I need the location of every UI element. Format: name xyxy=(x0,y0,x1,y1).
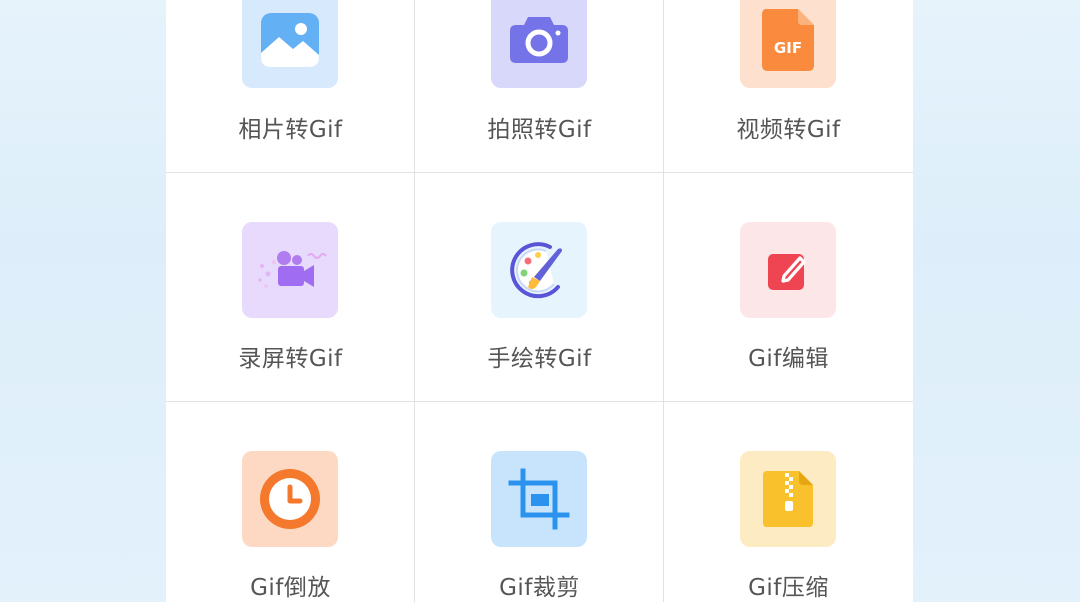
tool-label: 录屏转Gif xyxy=(238,346,343,372)
tool-gif-reverse[interactable]: Gif倒放 xyxy=(166,402,415,602)
image-icon-tile xyxy=(242,0,338,88)
svg-text:GIF: GIF xyxy=(774,39,802,57)
edit-icon xyxy=(768,254,806,290)
tool-camera-to-gif[interactable]: 拍照转Gif xyxy=(415,0,664,173)
clock-icon xyxy=(260,469,320,529)
crop-icon-tile xyxy=(491,451,587,547)
tool-label: 手绘转Gif xyxy=(487,346,592,372)
zip-file-icon-tile xyxy=(740,451,836,547)
gif-file-icon-tile: GIF xyxy=(740,0,836,88)
tool-label: Gif倒放 xyxy=(250,575,331,601)
tool-label: Gif编辑 xyxy=(748,346,829,372)
tool-screen-record-to-gif[interactable]: 录屏转Gif xyxy=(166,173,415,402)
tool-label: 视频转Gif xyxy=(736,117,841,143)
tool-label: Gif裁剪 xyxy=(499,575,580,601)
screen-record-icon xyxy=(258,251,327,288)
tool-video-to-gif[interactable]: GIF 视频转Gif xyxy=(664,0,913,173)
image-icon xyxy=(261,13,319,67)
clock-icon-tile xyxy=(242,451,338,547)
tool-gif-edit[interactable]: Gif编辑 xyxy=(664,173,913,402)
zip-file-icon xyxy=(763,471,813,527)
camera-icon-tile xyxy=(491,0,587,88)
tool-gif-crop[interactable]: Gif裁剪 xyxy=(415,402,664,602)
tool-gif-compress[interactable]: Gif压缩 xyxy=(664,402,913,602)
crop-icon xyxy=(508,468,570,530)
screen-record-icon-tile xyxy=(242,222,338,318)
tool-grid: 相片转Gif 拍照转Gif GIF 视频转Gif 录屏转Gif 手绘转Gif G… xyxy=(166,0,913,602)
paint-palette-icon-tile xyxy=(491,222,587,318)
camera-icon xyxy=(510,17,568,63)
edit-icon-tile xyxy=(740,222,836,318)
tool-photo-to-gif[interactable]: 相片转Gif xyxy=(166,0,415,173)
tool-label: Gif压缩 xyxy=(748,575,829,601)
tool-label: 拍照转Gif xyxy=(487,117,592,143)
tool-draw-to-gif[interactable]: 手绘转Gif xyxy=(415,173,664,402)
gif-file-icon: GIF xyxy=(762,9,814,71)
paint-palette-icon xyxy=(510,242,562,299)
tool-label: 相片转Gif xyxy=(238,117,343,143)
